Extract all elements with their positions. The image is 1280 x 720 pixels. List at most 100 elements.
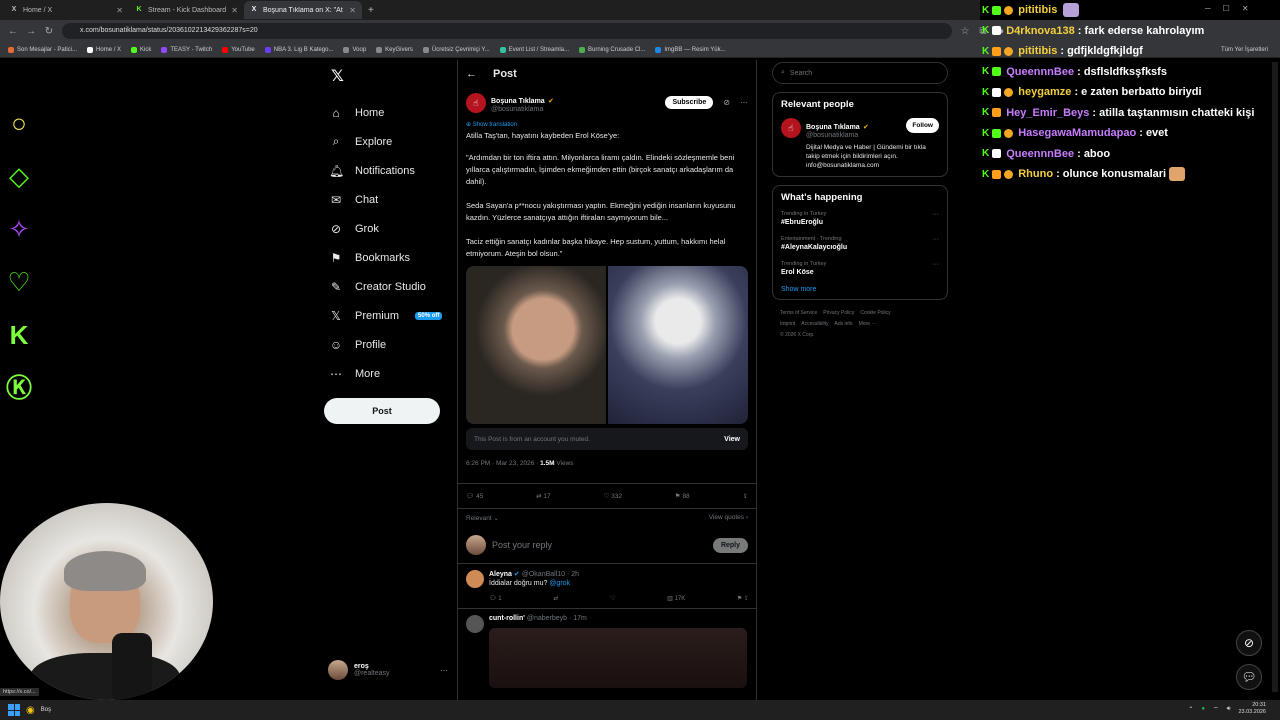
comment-author[interactable]: Aleyna [489,571,512,578]
star-icon[interactable]: ☆ [960,26,970,37]
bookmark-item[interactable]: Voop [343,46,366,53]
post-button[interactable]: Post [324,398,440,424]
grok-icon[interactable]: ⊘ [723,98,730,107]
bookmark-item[interactable]: Ücretsiz Çevrimiçi Y... [422,46,490,53]
reply-action[interactable]: 💬︎ 45 [466,492,483,500]
sort-dropdown[interactable]: Relevant ⌄ [466,514,499,522]
chat-bubble-icon[interactable]: 💬︎ [1236,664,1262,690]
chevron-up-icon[interactable]: ⌃ [1188,706,1193,713]
tab-kick-dashboard[interactable]: K Stream - Kick Dashboard ✕ [129,1,244,19]
sidebar-item-creator-studio[interactable]: ✎ Creator Studio [320,272,450,301]
footer-link[interactable]: Cookie Policy [860,310,890,316]
mention-link[interactable]: @grok [549,580,570,587]
taskbar-app-label[interactable]: Boş [41,707,51,713]
reply-input[interactable]: Post your reply [492,540,552,550]
footer-link[interactable]: Ads info [835,321,853,327]
chat-username[interactable]: Hey_Emir_Beys [1006,107,1089,119]
sidebar-item-home[interactable]: ⌂ Home [320,98,450,127]
sidebar-item-bookmarks[interactable]: ⚑ Bookmarks [320,243,450,272]
more-icon[interactable]: ··· [740,98,748,107]
sidebar-item-profile[interactable]: ☺ Profile [320,330,450,359]
sidebar-item-grok[interactable]: ⊘ Grok [320,214,450,243]
spotify-icon[interactable]: ● [1201,706,1205,712]
post-image-man[interactable] [466,266,606,424]
more-icon[interactable]: ··· [932,211,939,218]
grok-fab-icon[interactable]: ⊘ [1236,630,1262,656]
comment-video[interactable] [489,628,747,688]
url-input[interactable]: x.com/bosunatiklama/status/2036102213429… [62,23,952,39]
bookmark-item[interactable]: Burning Crusade Cl... [579,46,645,53]
author-handle[interactable]: @bosunatiklama [491,106,554,113]
person-name[interactable]: Boşuna Tıklama [806,124,860,131]
footer-link[interactable]: © 2026 X Corp. [780,332,815,338]
show-more-link[interactable]: Show more [781,286,939,293]
chat-username[interactable]: QueennnBee [1006,66,1074,78]
chat-username[interactable]: pititibis [1018,4,1057,16]
comment-item[interactable]: Aleyna ✔ @OkanBall10 · 2h İddialar doğru… [458,564,756,609]
repost-action[interactable]: ⇄ 17 [536,492,551,500]
follow-button[interactable]: Follow [906,118,939,133]
trend-item[interactable]: Trending in Turkey Erol Köse ··· [781,261,939,276]
chat-username[interactable]: D4rknova138 [1006,25,1075,37]
back-arrow-icon[interactable]: ← [466,68,477,80]
footer-link[interactable]: More ··· [859,321,877,327]
bookmark-item[interactable]: Son Mesajlar - Patici... [8,46,77,53]
bookmark-action[interactable]: ⚑ 88 [675,492,690,500]
repost-icon[interactable]: ⇄ [553,595,558,602]
x-logo-icon[interactable]: 𝕏 [331,66,450,86]
windows-start-icon[interactable] [8,704,20,716]
chat-username[interactable]: heygamze [1018,86,1071,98]
trend-item[interactable]: Trending in Turkey #EbruEroğlu ··· [781,211,939,226]
close-icon[interactable]: ✕ [116,6,123,15]
bookmark-item[interactable]: Event List / Streamla... [499,46,569,53]
reply-action[interactable]: 💬︎ 1 [489,595,502,602]
more-icon[interactable]: ··· [440,666,448,675]
share-icon[interactable]: ⇪ [743,492,748,500]
post-image-singer[interactable] [608,266,748,424]
chat-username[interactable]: QueennnBee [1006,148,1074,160]
footer-link[interactable]: Accessibility [801,321,828,327]
new-tab-button[interactable]: + [362,1,380,19]
reload-icon[interactable]: ↻ [44,26,54,37]
view-quotes-link[interactable]: View quotes › [709,514,748,522]
comment-author[interactable]: cunt-rollin' [489,615,525,622]
footer-link[interactable]: Imprint [780,321,795,327]
bookmark-item[interactable]: NBA 3. Lig B Katego... [264,46,333,53]
forward-icon[interactable]: → [26,26,36,37]
like-action[interactable]: ♡ 332 [603,492,622,500]
show-translation-link[interactable]: ⊕ Show translation [458,117,756,130]
bookmark-item[interactable]: TEASY - Twitch [161,46,212,53]
avatar[interactable]: ☝ [781,118,801,138]
bookmark-item[interactable]: KeyGivers [376,46,413,53]
chat-username[interactable]: pititibis [1018,45,1057,57]
tab-home-x[interactable]: X Home / X ✕ [4,1,129,19]
trend-item[interactable]: Entertainment · Trending #AleynaKalaycıoğ… [781,236,939,251]
chat-username[interactable]: Rhuno [1018,168,1053,180]
clock[interactable]: 20:31 23.03.2026 [1238,702,1266,716]
tab-current-post[interactable]: X Boşuna Tıklama on X: "Atilla Taş'tan..… [244,1,362,19]
bookmark-item[interactable]: ImgBB — Resim Yük... [655,46,726,53]
scrollbar[interactable] [1272,62,1278,692]
more-icon[interactable]: ··· [932,261,939,268]
reply-button[interactable]: Reply [712,537,748,553]
comment-item[interactable]: cunt-rollin' @naberbeyb · 17m [458,609,756,694]
sidebar-item-notifications[interactable]: 🔔︎ Notifications [320,156,450,185]
back-icon[interactable]: ← [8,26,18,37]
volume-icon[interactable]: 🔊︎ [1227,706,1231,713]
author-name[interactable]: Boşuna Tıklama [491,98,545,105]
search-input[interactable]: ⌕ Search [772,62,948,84]
footer-link[interactable]: Privacy Policy [823,310,854,316]
author-avatar[interactable]: ☝ [466,92,486,113]
subscribe-button[interactable]: Subscribe [665,96,714,109]
view-button[interactable]: View [724,436,740,443]
bookmark-item[interactable]: Kick [131,46,151,53]
chrome-icon[interactable]: ◉ [26,705,35,716]
footer-link[interactable]: Terms of Service [780,310,817,316]
views-action[interactable]: ▥ 17K [667,595,685,602]
bookmark-icon[interactable]: ⚑ ⇪ [737,595,749,602]
more-icon[interactable]: ··· [932,236,939,243]
network-icon[interactable]: ⌔ [1213,705,1219,713]
account-switcher[interactable]: eroş @realteasy ··· [328,660,448,680]
close-icon[interactable]: ✕ [349,6,356,15]
bookmark-item[interactable]: Home / X [87,46,121,53]
